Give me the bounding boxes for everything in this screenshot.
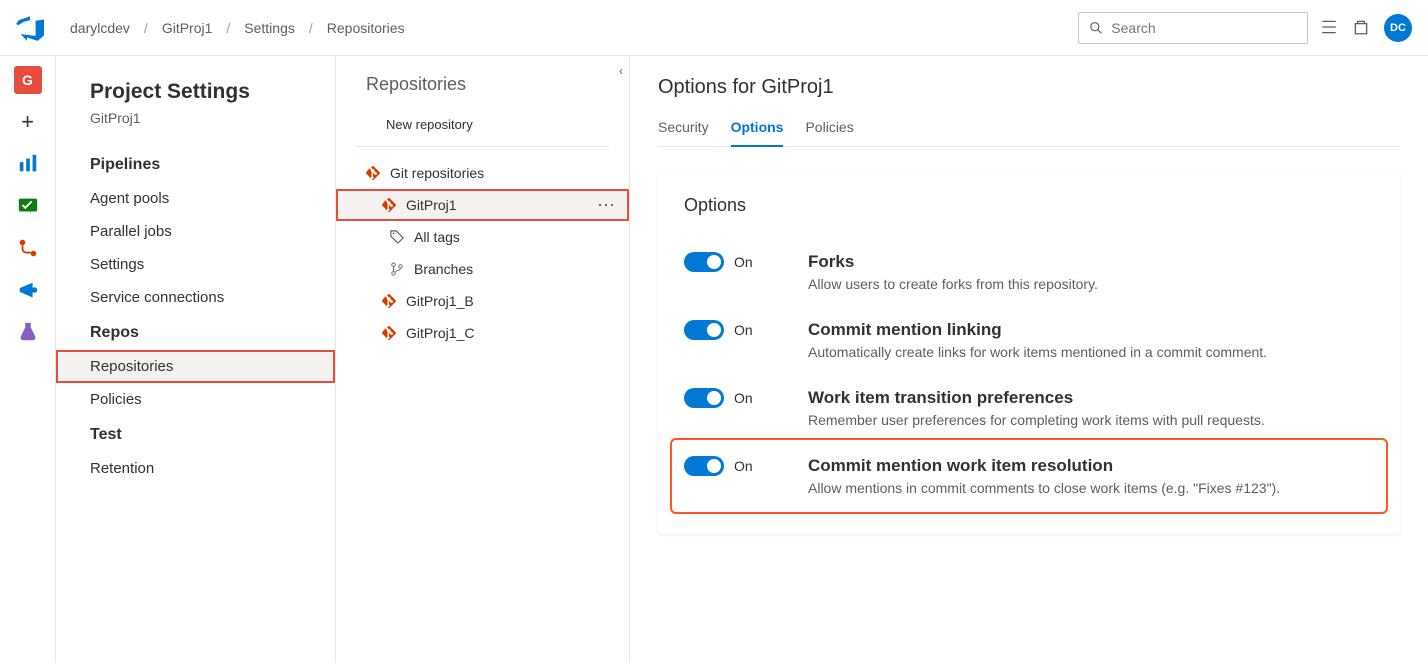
- nav-settings[interactable]: Settings: [56, 248, 335, 281]
- marketplace-icon[interactable]: [1352, 18, 1372, 38]
- option-title: Forks: [808, 252, 1374, 272]
- toggle-label: On: [734, 458, 753, 474]
- top-bar: darylcdev / GitProj1 / Settings / Reposi…: [0, 0, 1428, 56]
- repo-sub-branches[interactable]: Branches: [336, 253, 629, 285]
- option-desc: Automatically create links for work item…: [808, 344, 1374, 360]
- git-icon: [382, 326, 396, 340]
- pipelines-icon[interactable]: [14, 276, 42, 304]
- repo-tree-root[interactable]: Git repositories: [336, 157, 629, 189]
- breadcrumb-project[interactable]: GitProj1: [156, 16, 219, 40]
- breadcrumb-repos[interactable]: Repositories: [321, 16, 411, 40]
- nav-policies[interactable]: Policies: [56, 383, 335, 416]
- repo-item-label: GitProj1_C: [406, 325, 474, 341]
- breadcrumb-org[interactable]: darylcdev: [64, 16, 136, 40]
- breadcrumb-settings[interactable]: Settings: [238, 16, 301, 40]
- project-tile[interactable]: G: [14, 66, 42, 94]
- options-card: Options On Forks Allow users to create f…: [658, 171, 1400, 534]
- branch-icon: [390, 262, 404, 276]
- git-icon: [382, 294, 396, 308]
- page-title: Options for GitProj1: [658, 76, 1400, 113]
- repo-panel-title: Repositories: [336, 74, 629, 109]
- git-icon: [382, 198, 396, 212]
- option-desc: Allow users to create forks from this re…: [808, 276, 1374, 292]
- main-content: Options for GitProj1 Security Options Po…: [630, 56, 1428, 663]
- breadcrumb: darylcdev / GitProj1 / Settings / Reposi…: [64, 16, 411, 40]
- overview-icon[interactable]: [14, 150, 42, 178]
- nav-service-connections[interactable]: Service connections: [56, 281, 335, 314]
- repo-sub-label: Branches: [414, 261, 473, 277]
- toggle-work-item-transition[interactable]: [684, 388, 724, 408]
- option-desc: Remember user preferences for completing…: [808, 412, 1374, 428]
- boards-icon[interactable]: [14, 192, 42, 220]
- git-icon: [366, 166, 380, 180]
- testplans-icon[interactable]: [14, 318, 42, 346]
- option-commit-mention-linking: On Commit mention linking Automatically …: [684, 306, 1374, 374]
- breadcrumb-sep: /: [301, 20, 321, 36]
- repo-tree-root-label: Git repositories: [390, 165, 484, 181]
- toggle-commit-mention-linking[interactable]: [684, 320, 724, 340]
- option-desc: Allow mentions in commit comments to clo…: [808, 480, 1374, 496]
- option-title: Commit mention linking: [808, 320, 1374, 340]
- nav-section-pipelines: Pipelines: [56, 146, 335, 182]
- collapse-icon[interactable]: ‹: [619, 64, 623, 78]
- list-icon[interactable]: [1320, 18, 1340, 38]
- toggle-label: On: [734, 322, 753, 338]
- tab-security[interactable]: Security: [658, 113, 709, 146]
- avatar[interactable]: DC: [1384, 14, 1412, 42]
- settings-project-name: GitProj1: [56, 110, 335, 146]
- azure-devops-logo[interactable]: [16, 14, 44, 42]
- option-title: Work item transition preferences: [808, 388, 1374, 408]
- nav-retention[interactable]: Retention: [56, 452, 335, 485]
- tabs: Security Options Policies: [658, 113, 1400, 147]
- add-icon[interactable]: +: [14, 108, 42, 136]
- search-icon: [1089, 20, 1103, 36]
- repo-item-label: GitProj1: [406, 197, 457, 213]
- option-work-item-transition: On Work item transition preferences Reme…: [684, 374, 1374, 442]
- more-icon[interactable]: ⋯: [597, 195, 617, 216]
- toggle-label: On: [734, 390, 753, 406]
- nav-section-test: Test: [56, 416, 335, 452]
- nav-agent-pools[interactable]: Agent pools: [56, 182, 335, 215]
- search-input[interactable]: [1111, 20, 1297, 36]
- repo-sub-all-tags[interactable]: All tags: [336, 221, 629, 253]
- option-commit-mention-resolution: On Commit mention work item resolution A…: [674, 442, 1384, 510]
- tab-options[interactable]: Options: [731, 113, 784, 147]
- option-title: Commit mention work item resolution: [808, 456, 1374, 476]
- option-forks: On Forks Allow users to create forks fro…: [684, 238, 1374, 306]
- new-repository-button[interactable]: New repository: [356, 109, 609, 147]
- toggle-forks[interactable]: [684, 252, 724, 272]
- settings-title: Project Settings: [56, 80, 335, 110]
- toggle-label: On: [734, 254, 753, 270]
- nav-repositories[interactable]: Repositories: [56, 350, 335, 383]
- breadcrumb-sep: /: [218, 20, 238, 36]
- tag-icon: [390, 230, 404, 244]
- icon-rail: G +: [0, 56, 56, 663]
- repos-icon[interactable]: [14, 234, 42, 262]
- nav-section-repos: Repos: [56, 314, 335, 350]
- card-title: Options: [684, 195, 1374, 216]
- settings-nav: Project Settings GitProj1 Pipelines Agen…: [56, 56, 336, 663]
- tab-policies[interactable]: Policies: [805, 113, 853, 146]
- repo-item-gitproj1-c[interactable]: GitProj1_C: [336, 317, 629, 349]
- search-box[interactable]: [1078, 12, 1308, 44]
- toggle-commit-mention-resolution[interactable]: [684, 456, 724, 476]
- nav-parallel-jobs[interactable]: Parallel jobs: [56, 215, 335, 248]
- top-bar-right: DC: [1078, 12, 1412, 44]
- repo-sub-label: All tags: [414, 229, 460, 245]
- repo-item-label: GitProj1_B: [406, 293, 474, 309]
- repo-item-gitproj1[interactable]: GitProj1 ⋯: [336, 189, 629, 221]
- repo-panel: ‹ Repositories New repository Git reposi…: [336, 56, 630, 663]
- breadcrumb-sep: /: [136, 20, 156, 36]
- repo-item-gitproj1-b[interactable]: GitProj1_B: [336, 285, 629, 317]
